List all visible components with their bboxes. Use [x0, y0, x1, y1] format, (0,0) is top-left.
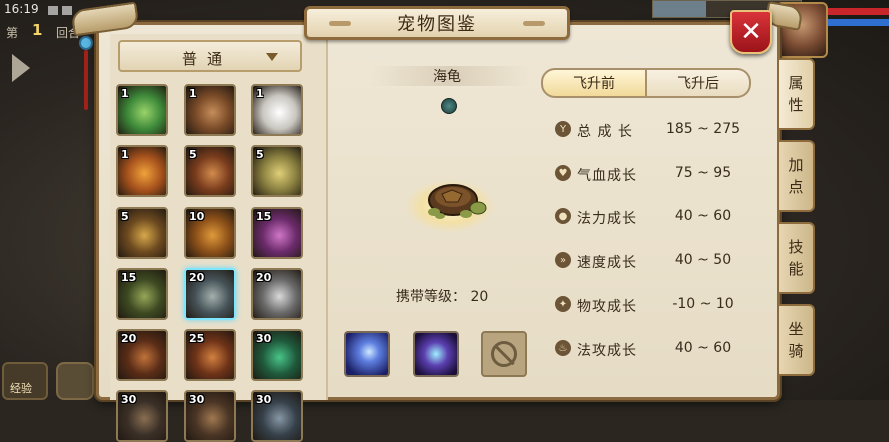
pet-cell[interactable]: 30 — [251, 329, 303, 381]
stat-row: » 速度成长 40 ~ 50 — [555, 249, 765, 273]
pet-cell[interactable]: 20 — [251, 268, 303, 320]
pet-cell[interactable]: 1 — [116, 84, 168, 136]
stat-name: 总 成 长 — [577, 124, 633, 140]
carry-level: 携带等级： 20 — [396, 286, 488, 306]
pet-cell[interactable]: 15 — [251, 207, 303, 259]
stat-name: 法攻成长 — [577, 343, 637, 359]
pet-level: 5 — [121, 210, 129, 223]
prohibited-icon — [491, 341, 517, 367]
pet-level: 5 — [256, 148, 264, 161]
side-tab[interactable]: 坐骑 — [779, 304, 815, 376]
side-tab-char: 骑 — [788, 342, 804, 360]
pet-level: 20 — [256, 271, 272, 284]
side-tab-char: 属 — [788, 74, 804, 92]
ascension-tabs: 飞升前 飞升后 — [541, 68, 751, 98]
chevron-down-icon — [266, 53, 278, 61]
stat-icon: ♥ — [555, 165, 571, 181]
tab-before-ascension[interactable]: 飞升前 — [541, 68, 647, 98]
pet-level: 1 — [256, 87, 264, 100]
stat-row: ♨ 法攻成长 40 ~ 60 — [555, 337, 765, 361]
stat-name: 物攻成长 — [577, 299, 637, 315]
stat-icon: ✦ — [555, 296, 571, 312]
pet-cell[interactable]: 30 — [251, 390, 303, 442]
side-tab[interactable]: 技能 — [779, 222, 815, 294]
pet-level: 25 — [189, 332, 205, 345]
round-prefix: 第 — [6, 26, 19, 40]
stat-value: 75 ~ 95 — [674, 165, 732, 181]
pet-level: 1 — [121, 148, 129, 161]
pet-cell[interactable]: 25 — [184, 329, 236, 381]
stat-value: 40 ~ 60 — [674, 340, 732, 356]
pet-type-dropdown[interactable]: 普通 — [118, 40, 302, 72]
stat-row: ♥ 气血成长 75 ~ 95 — [555, 162, 765, 186]
stat-icon: ● — [555, 208, 571, 224]
side-tab[interactable]: 加点 — [779, 140, 815, 212]
pet-cell[interactable]: 5 — [116, 207, 168, 259]
pet-cell[interactable]: 5 — [184, 145, 236, 197]
stat-value: 40 ~ 50 — [674, 252, 732, 268]
pet-level: 30 — [256, 332, 272, 345]
player-bars — [828, 8, 889, 30]
pet-cell[interactable]: 5 — [251, 145, 303, 197]
side-tab-char: 加 — [788, 156, 804, 174]
pet-level: 20 — [121, 332, 137, 345]
stat-value: -10 ~ 10 — [672, 296, 734, 312]
pet-cell[interactable]: 1 — [184, 84, 236, 136]
side-tab-char: 技 — [788, 238, 804, 256]
panel-title: 宠物图鉴 — [397, 14, 477, 35]
skill-slot-1[interactable] — [344, 331, 390, 377]
pet-cell[interactable]: 30 — [184, 390, 236, 442]
stat-row: ✦ 物攻成长 -10 ~ 10 — [555, 293, 765, 317]
side-tab-char: 点 — [788, 178, 804, 196]
chat-button[interactable] — [56, 362, 94, 400]
stat-name: 法力成长 — [577, 211, 637, 227]
pet-level: 20 — [189, 271, 205, 284]
stat-name: 速度成长 — [577, 255, 637, 271]
stat-value: 40 ~ 60 — [674, 208, 732, 224]
stat-row: ● 法力成长 40 ~ 60 — [555, 205, 765, 229]
close-button[interactable]: ✕ — [730, 10, 772, 54]
pet-level: 15 — [256, 210, 272, 223]
pet-type-dropdown-label: 普通 — [182, 50, 233, 68]
skill-slot-empty[interactable] — [481, 331, 527, 377]
stat-name: 气血成长 — [577, 168, 637, 184]
side-tab-char: 坐 — [788, 320, 804, 338]
water-element-icon — [441, 98, 457, 114]
side-tab-char: 性 — [788, 96, 804, 114]
carry-level-value: 20 — [470, 289, 489, 305]
round-number: 1 — [32, 21, 43, 39]
pet-level: 5 — [189, 148, 197, 161]
stat-icon: » — [555, 252, 571, 268]
pet-cell[interactable]: 10 — [184, 207, 236, 259]
pet-cell[interactable]: 20 — [116, 329, 168, 381]
pet-name: 海龟 — [433, 69, 461, 85]
side-tab-char: 能 — [788, 260, 804, 278]
expand-arrow-icon[interactable] — [12, 54, 30, 82]
pet-level: 15 — [121, 271, 137, 284]
stat-icon: ♨ — [555, 340, 571, 356]
skill-slot-2[interactable] — [413, 331, 459, 377]
exp-button-label: 经验 — [10, 382, 32, 395]
stat-row: Y 总 成 长 185 ~ 275 — [555, 118, 765, 142]
stat-icon: Y — [555, 121, 571, 137]
stat-value: 185 ~ 275 — [665, 121, 741, 137]
exp-button[interactable]: 经验 — [2, 362, 48, 400]
pet-cell[interactable]: 1 — [116, 145, 168, 197]
pet-cell[interactable]: 20 — [184, 268, 236, 320]
pet-level: 1 — [121, 87, 129, 100]
pet-cell[interactable]: 15 — [116, 268, 168, 320]
turtle-model — [428, 184, 487, 219]
status-icons — [48, 6, 72, 15]
carry-level-label: 携带等级： — [396, 289, 466, 305]
side-tab[interactable]: 属性 — [779, 58, 815, 130]
pet-cell[interactable]: 30 — [116, 390, 168, 442]
pet-cell[interactable]: 1 — [251, 84, 303, 136]
tassel-ornament — [78, 36, 94, 126]
title-plaque: 宠物图鉴 — [304, 6, 570, 40]
tab-after-ascension[interactable]: 飞升后 — [647, 68, 751, 98]
pet-level: 1 — [189, 87, 197, 100]
status-time: 16:19 — [4, 2, 39, 16]
pet-level: 10 — [189, 210, 205, 223]
